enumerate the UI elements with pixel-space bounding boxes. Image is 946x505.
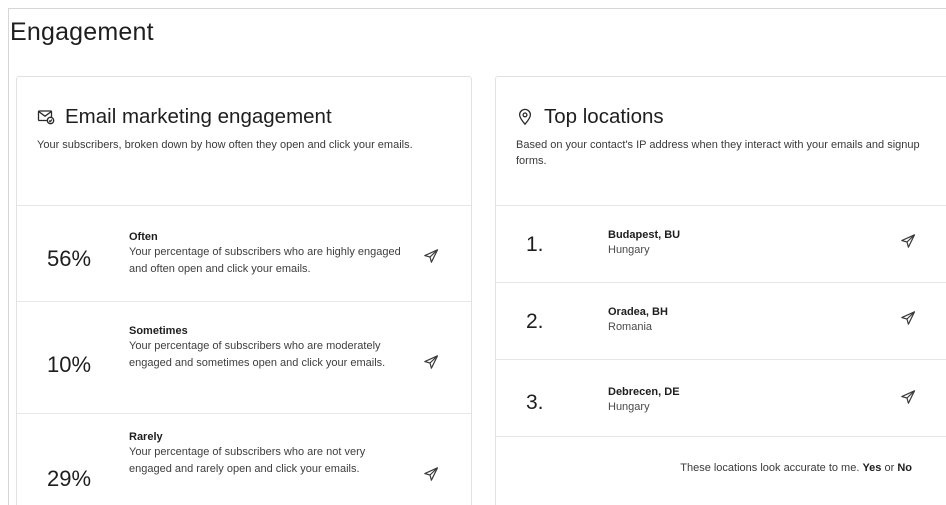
card-title: Top locations	[544, 105, 664, 128]
mail-icon	[37, 108, 55, 126]
location-rank: 1.	[526, 233, 544, 256]
card-title: Email marketing engagement	[65, 105, 332, 128]
map-pin-icon	[516, 108, 534, 126]
location-rank: 3.	[526, 391, 544, 414]
feedback-yes-link[interactable]: Yes	[862, 462, 881, 474]
top-locations-card: Top locations Based on your contact's IP…	[495, 76, 946, 505]
location-city: Debrecen, DE	[608, 386, 680, 398]
card-description: Your subscribers, broken down by how oft…	[37, 139, 413, 151]
engagement-description: Your percentage of subscribers who are n…	[129, 446, 366, 475]
location-country: Hungary	[608, 401, 650, 413]
location-country: Hungary	[608, 244, 650, 256]
send-icon[interactable]	[423, 248, 439, 264]
engagement-label: Sometimes	[129, 325, 188, 337]
send-icon[interactable]	[423, 354, 439, 370]
location-city: Oradea, BH	[608, 306, 668, 318]
send-icon[interactable]	[900, 310, 916, 326]
locations-list: 1. Budapest, BU Hungary 2. Oradea, BH Ro…	[496, 205, 946, 437]
location-rank: 2.	[526, 310, 544, 333]
send-icon[interactable]	[900, 389, 916, 405]
engagement-description: Your percentage of subscribers who are h…	[129, 246, 401, 275]
feedback-prompt: These locations look accurate to me.	[680, 462, 860, 474]
location-row: 2. Oradea, BH Romania	[496, 283, 946, 360]
email-engagement-title-row: Email marketing engagement	[37, 105, 447, 129]
engagement-description: Your percentage of subscribers who are m…	[129, 340, 386, 369]
location-country: Romania	[608, 321, 653, 333]
engagement-row-often: 56% Often Your percentage of subscribers…	[17, 206, 471, 302]
location-city: Budapest, BU	[608, 229, 681, 241]
send-icon[interactable]	[900, 233, 916, 249]
engagement-row-sometimes: 10% Sometimes Your percentage of subscri…	[17, 302, 471, 414]
top-locations-title-row: Top locations	[516, 105, 930, 129]
engagement-list: 56% Often Your percentage of subscribers…	[17, 205, 471, 505]
engagement-percent: 56%	[47, 246, 92, 271]
send-icon[interactable]	[423, 466, 439, 482]
feedback-no-link[interactable]: No	[897, 462, 912, 474]
engagement-percent: 10%	[47, 352, 92, 377]
card-description: Based on your contact's IP address when …	[516, 139, 920, 167]
engagement-percent: 29%	[47, 466, 92, 491]
engagement-label: Often	[129, 231, 158, 243]
engagement-label: Rarely	[129, 431, 163, 443]
page-title: Engagement	[10, 18, 154, 46]
location-row: 1. Budapest, BU Hungary	[496, 206, 946, 283]
feedback-or: or	[884, 462, 895, 474]
engagement-row-rarely: 29% Rarely Your percentage of subscriber…	[17, 414, 471, 505]
location-feedback: These locations look accurate to me. Yes…	[680, 462, 912, 474]
email-engagement-card: Email marketing engagement Your subscrib…	[16, 76, 472, 505]
location-row: 3. Debrecen, DE Hungary	[496, 360, 946, 437]
